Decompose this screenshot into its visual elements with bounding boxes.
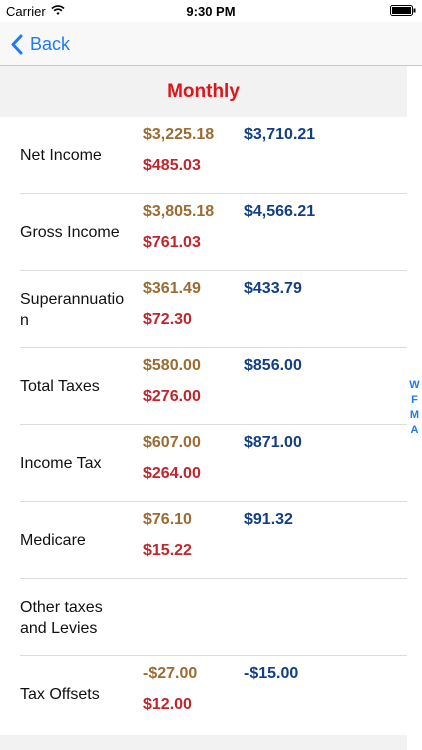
- row-label: Gross Income: [20, 224, 120, 241]
- row-value-blue: $3,710.21: [244, 126, 316, 143]
- status-time: 9:30 PM: [186, 4, 236, 19]
- row-value-blue: $91.32: [244, 511, 293, 528]
- row-value-blue: -$15.00: [244, 665, 299, 682]
- row-label: Superannuation: [20, 290, 125, 329]
- row-value-brown: $3,805.18: [143, 203, 215, 220]
- navigation-bar: Back: [0, 22, 422, 66]
- row-value-brown: $361.49: [143, 280, 201, 297]
- row-value-blue: $871.00: [244, 434, 302, 451]
- row-value-red: $72.30: [143, 311, 192, 328]
- section-index-item[interactable]: M: [407, 408, 422, 423]
- back-label: Back: [30, 33, 71, 54]
- row-value-red: $276.00: [143, 388, 201, 405]
- summary-table: Net Income $3,225.18 $3,710.21 $485.03 G…: [0, 117, 407, 733]
- row-value-brown: -$27.00: [143, 665, 198, 682]
- row-label: Net Income: [20, 147, 102, 164]
- table-row[interactable]: Superannuation $361.49 $433.79 $72.30: [0, 271, 407, 348]
- row-value-blue: $433.79: [244, 280, 302, 297]
- row-label: Other taxes and Levies: [20, 598, 103, 637]
- section-index-item[interactable]: W: [407, 378, 422, 393]
- chevron-left-icon: [11, 34, 23, 54]
- next-section-header: [0, 735, 407, 750]
- section-header: Monthly: [0, 66, 407, 117]
- table-row[interactable]: Other taxes and Levies: [0, 579, 407, 656]
- row-value-blue: $856.00: [244, 357, 302, 374]
- section-index-item[interactable]: F: [407, 393, 422, 408]
- table-row[interactable]: Total Taxes $580.00 $856.00 $276.00: [0, 348, 407, 425]
- row-value-red: $12.00: [143, 696, 192, 713]
- row-value-red: $15.22: [143, 542, 192, 559]
- table-row[interactable]: Medicare $76.10 $91.32 $15.22: [0, 502, 407, 579]
- row-value-red: $485.03: [143, 157, 201, 174]
- section-index-item[interactable]: A: [407, 423, 422, 438]
- row-label: Total Taxes: [20, 378, 100, 395]
- back-button[interactable]: Back: [10, 31, 70, 57]
- row-value-brown: $607.00: [143, 434, 201, 451]
- row-label: Medicare: [20, 532, 86, 549]
- row-label: Tax Offsets: [20, 686, 100, 703]
- status-bar: Carrier 9:30 PM: [0, 0, 422, 22]
- table-row[interactable]: Net Income $3,225.18 $3,710.21 $485.03: [0, 117, 407, 194]
- battery-icon: [390, 5, 416, 16]
- row-value-blue: $4,566.21: [244, 203, 316, 220]
- row-value-brown: $580.00: [143, 357, 201, 374]
- table-row[interactable]: Income Tax $607.00 $871.00 $264.00: [0, 425, 407, 502]
- table-row[interactable]: Gross Income $3,805.18 $4,566.21 $761.03: [0, 194, 407, 271]
- row-value-brown: $3,225.18: [143, 126, 215, 143]
- row-value-red: $264.00: [143, 465, 201, 482]
- row-value-red: $761.03: [143, 234, 201, 251]
- row-label: Income Tax: [20, 455, 102, 472]
- section-index: W F M A: [407, 378, 422, 438]
- row-value-brown: $76.10: [143, 511, 192, 528]
- section-title: Monthly: [167, 80, 240, 102]
- table-row[interactable]: Tax Offsets -$27.00 -$15.00 $12.00: [0, 656, 407, 733]
